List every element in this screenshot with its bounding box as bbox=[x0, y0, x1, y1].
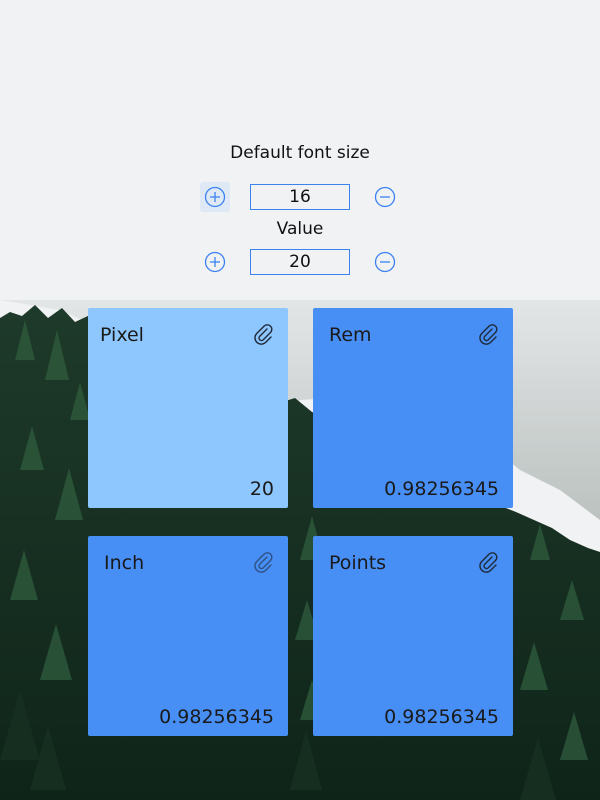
font-size-row bbox=[0, 182, 600, 212]
plus-circle-icon bbox=[204, 186, 226, 208]
card-title: Pixel bbox=[100, 324, 144, 346]
card-value: 0.98256345 bbox=[159, 706, 274, 728]
paperclip-icon[interactable] bbox=[252, 322, 274, 346]
minus-circle-icon bbox=[374, 251, 396, 273]
font-size-increment-button[interactable] bbox=[200, 182, 230, 212]
value-row bbox=[0, 247, 600, 277]
font-size-label: Default font size bbox=[230, 143, 370, 163]
value-increment-button[interactable] bbox=[200, 247, 230, 277]
font-size-input[interactable] bbox=[250, 184, 350, 210]
font-size-decrement-button[interactable] bbox=[370, 182, 400, 212]
card-title: Rem bbox=[329, 324, 372, 346]
paperclip-icon[interactable] bbox=[252, 550, 274, 574]
value-label: Value bbox=[276, 219, 324, 239]
paperclip-icon[interactable] bbox=[477, 322, 499, 346]
card-points[interactable]: Points 0.98256345 bbox=[313, 536, 513, 736]
card-value: 0.98256345 bbox=[384, 706, 499, 728]
card-inch[interactable]: Inch 0.98256345 bbox=[88, 536, 288, 736]
card-title: Points bbox=[329, 552, 387, 574]
value-input[interactable] bbox=[250, 249, 350, 275]
card-value: 20 bbox=[249, 478, 274, 500]
plus-circle-icon bbox=[204, 251, 226, 273]
value-decrement-button[interactable] bbox=[370, 247, 400, 277]
card-value: 0.98256345 bbox=[384, 478, 499, 500]
card-title: Inch bbox=[104, 552, 145, 574]
minus-circle-icon bbox=[374, 186, 396, 208]
card-rem[interactable]: Rem 0.98256345 bbox=[313, 308, 513, 508]
paperclip-icon[interactable] bbox=[477, 550, 499, 574]
card-pixel[interactable]: Pixel 20 bbox=[88, 308, 288, 508]
